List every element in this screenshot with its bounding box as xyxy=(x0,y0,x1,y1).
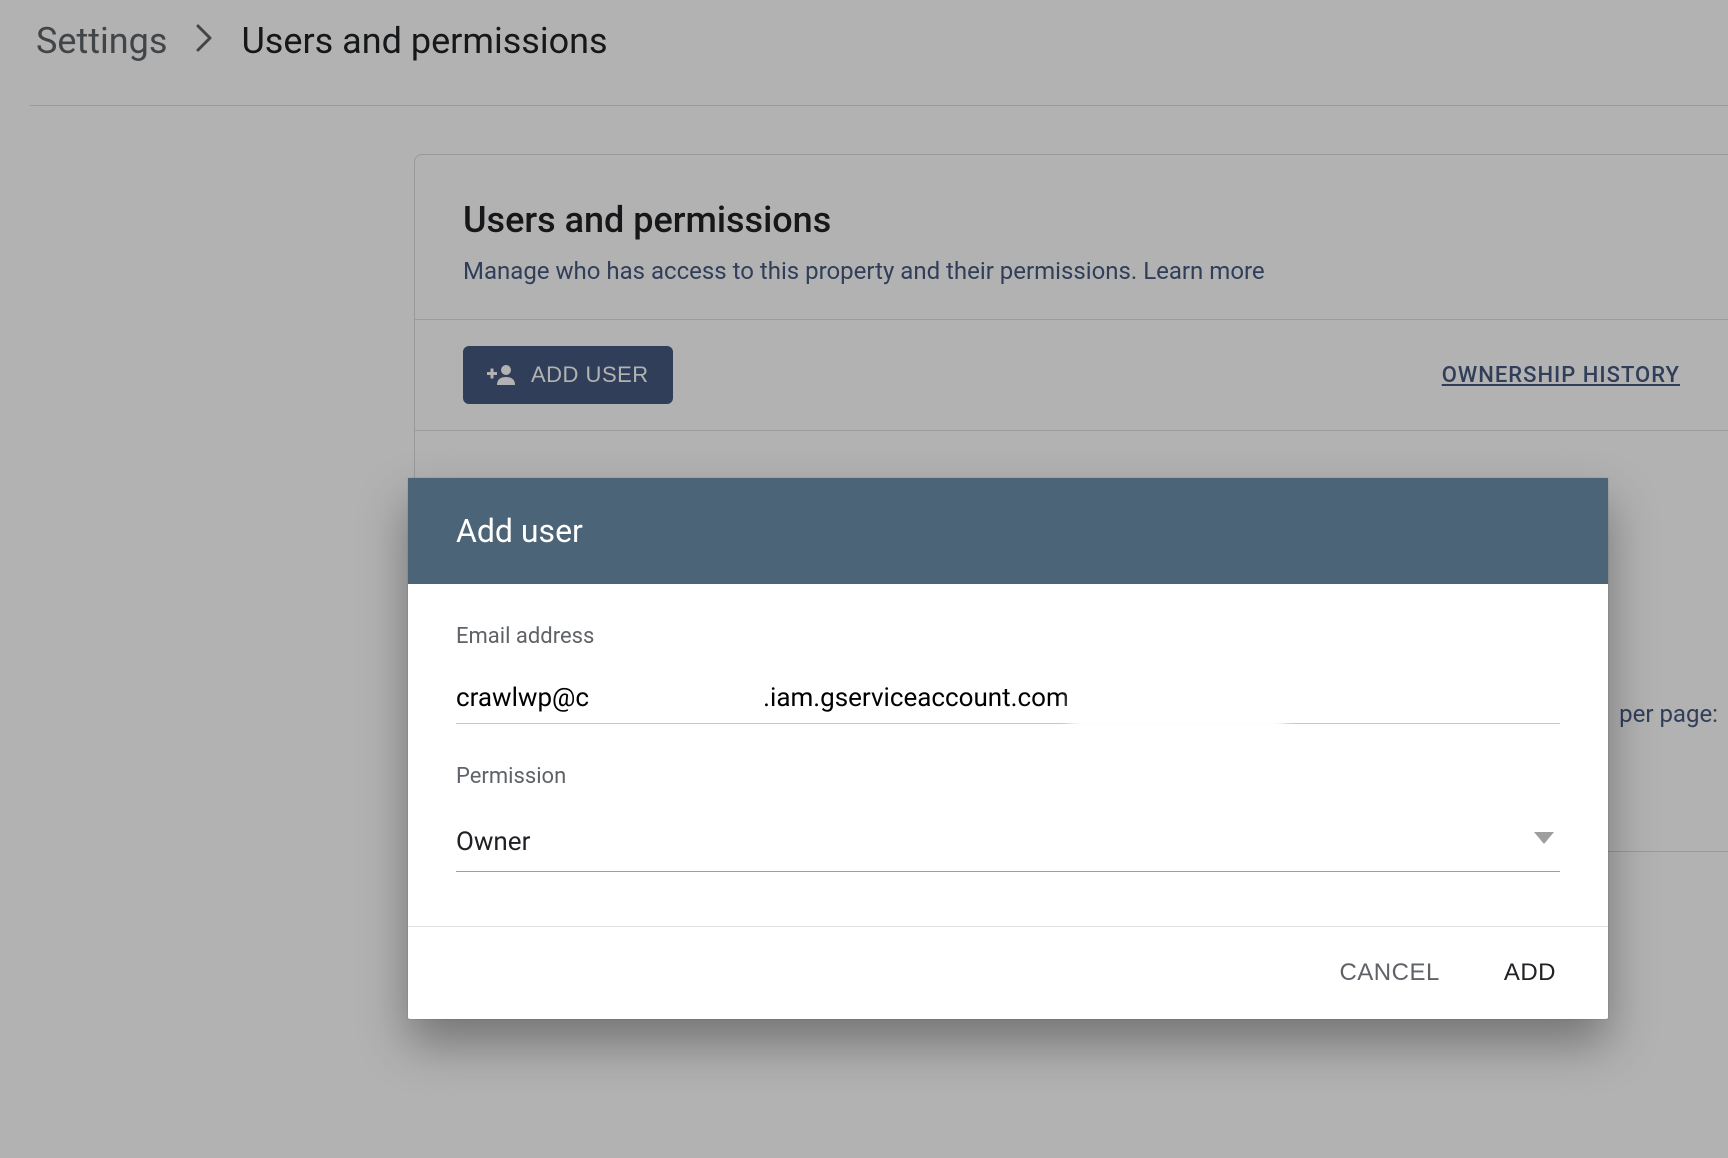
card-subtitle: Manage who has access to this property a… xyxy=(463,257,1680,285)
email-field-group: Email address xyxy=(456,624,1560,724)
breadcrumb-root[interactable]: Settings xyxy=(36,20,167,62)
redacted-email-segment xyxy=(1070,695,1285,733)
card-actions: ADD USER OWNERSHIP HISTORY xyxy=(415,320,1728,431)
email-field[interactable] xyxy=(456,677,1560,724)
permission-select[interactable]: Owner xyxy=(456,817,1560,872)
breadcrumb-current: Users and permissions xyxy=(241,20,607,62)
email-label: Email address xyxy=(456,624,1560,649)
cancel-button[interactable]: CANCEL xyxy=(1327,951,1451,995)
settings-users-page: Settings Users and permissions Users and… xyxy=(0,0,1728,1158)
permission-label: Permission xyxy=(456,764,1560,789)
dialog-title: Add user xyxy=(408,478,1608,584)
dialog-actions: CANCEL ADD xyxy=(408,926,1608,1019)
breadcrumb: Settings Users and permissions xyxy=(0,0,1728,82)
person-add-icon xyxy=(487,363,517,387)
add-user-button-label: ADD USER xyxy=(531,362,649,388)
ownership-history-link[interactable]: OWNERSHIP HISTORY xyxy=(1442,363,1680,388)
learn-more-link[interactable]: Learn more xyxy=(1143,257,1264,285)
rows-per-page-label: per page: xyxy=(1619,700,1718,728)
permission-select-wrap: Owner xyxy=(456,817,1560,872)
chevron-right-icon xyxy=(195,20,213,62)
email-input-wrap xyxy=(456,677,1560,724)
card-title: Users and permissions xyxy=(463,199,1680,241)
add-button[interactable]: ADD xyxy=(1492,951,1568,995)
permission-field-group: Permission Owner xyxy=(456,764,1560,872)
card-header: Users and permissions Manage who has acc… xyxy=(415,155,1728,320)
card-subtitle-text: Manage who has access to this property a… xyxy=(463,257,1137,285)
dialog-body: Email address Permission Owner xyxy=(408,584,1608,926)
add-user-dialog: Add user Email address Permission Owner xyxy=(408,478,1608,1019)
header-divider xyxy=(30,105,1728,106)
add-user-button[interactable]: ADD USER xyxy=(463,346,673,404)
